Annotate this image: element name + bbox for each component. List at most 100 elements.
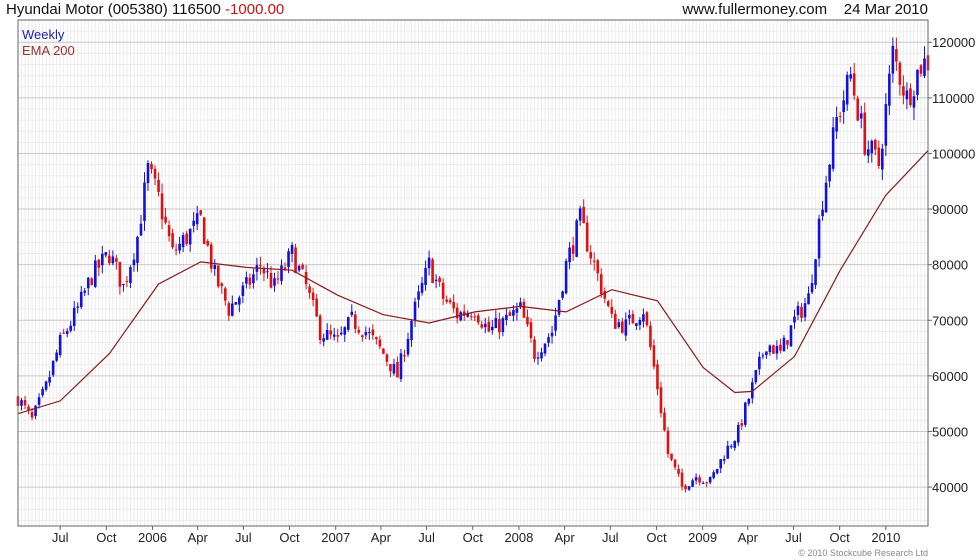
candle-body (86, 277, 90, 289)
candle-body (610, 306, 614, 314)
candle-body (617, 322, 621, 328)
candle-body (353, 314, 357, 329)
candle-body (139, 223, 143, 236)
candle-body (512, 310, 515, 316)
candle-body (378, 339, 382, 347)
candle-body (322, 338, 325, 342)
candle-body (547, 337, 550, 343)
candle-body (701, 482, 705, 484)
candle-body (111, 256, 115, 264)
candle-body (329, 330, 333, 335)
candle-body (174, 249, 178, 251)
candle-body (505, 314, 508, 321)
candle-body (670, 453, 673, 460)
candle-body (234, 302, 238, 305)
candle-body (779, 344, 782, 351)
candle-body (301, 264, 304, 269)
candle-body (652, 345, 656, 367)
candle-body (392, 364, 396, 374)
candle-body (677, 468, 680, 474)
candle-body (403, 355, 406, 357)
candle-body (807, 293, 810, 305)
candle-body (202, 217, 206, 245)
candle-body (223, 288, 227, 301)
candle-body (782, 337, 786, 352)
candle-body (568, 247, 571, 263)
x-tick-label: 2010 (871, 530, 900, 545)
candle-body (118, 261, 122, 287)
candle-body (51, 360, 55, 376)
candle-body (375, 337, 378, 340)
candle-body (62, 332, 65, 334)
x-tick-label: 2008 (504, 530, 533, 545)
candle-body (698, 477, 701, 483)
candle-body (396, 361, 399, 378)
candle-body (368, 332, 371, 334)
candle-body (209, 244, 213, 269)
candle-body (97, 259, 101, 268)
candle-body (613, 313, 617, 329)
candle-body (216, 265, 220, 287)
candle-body (23, 399, 27, 406)
candle-body (621, 321, 624, 333)
candle-body (540, 352, 543, 359)
candle-body (30, 412, 34, 418)
candle-body (266, 271, 269, 273)
x-tick-label: 2007 (321, 530, 350, 545)
candle-body (132, 259, 136, 266)
x-tick-label: 2006 (138, 530, 167, 545)
candle-body (108, 255, 111, 264)
candle-body (410, 321, 413, 341)
candle-body (441, 282, 445, 299)
candle-body (494, 317, 498, 329)
candle-body (898, 62, 902, 85)
candle-body (473, 316, 477, 318)
candle-body (122, 284, 125, 286)
candle-body (705, 482, 708, 484)
candle-body (245, 277, 248, 284)
candle-body (888, 73, 891, 106)
candle-body (459, 312, 463, 321)
candle-body (596, 260, 600, 274)
candle-body (838, 116, 842, 118)
candle-body (786, 340, 789, 345)
candle-body (297, 265, 301, 271)
candle-body (666, 430, 670, 454)
candle-body (213, 265, 217, 270)
candle-body (164, 216, 167, 223)
candle-body (536, 357, 540, 359)
candle-body (276, 278, 280, 280)
candle-body (185, 233, 188, 244)
candle-body (382, 348, 385, 354)
legend-weekly: Weekly (22, 27, 65, 42)
candle-body (269, 272, 273, 288)
x-tick-label: Oct (463, 530, 484, 545)
candle-body (775, 346, 779, 354)
candle-body (557, 299, 561, 315)
candle-body (884, 104, 888, 146)
candle-body (58, 335, 62, 355)
candle-body (41, 388, 44, 396)
candle-body (817, 218, 821, 259)
candle-body (522, 301, 526, 318)
y-tick-label: 120000 (932, 35, 975, 50)
candle-body (259, 265, 262, 267)
candle-body (315, 298, 318, 317)
candle-body (480, 324, 484, 328)
candle-body (424, 267, 427, 286)
candle-body (438, 277, 441, 283)
candle-body (55, 352, 58, 361)
candle-body (308, 286, 311, 293)
y-tick-label: 40000 (932, 480, 968, 495)
candle-body (891, 45, 895, 74)
candle-body (199, 210, 203, 215)
candle-body (663, 412, 666, 431)
candle-body (842, 100, 845, 113)
candle-body (476, 315, 480, 323)
candle-body (434, 279, 438, 281)
candle-body (916, 69, 919, 95)
candle-body (758, 356, 761, 370)
candle-body (318, 315, 322, 340)
candle-body (645, 312, 649, 326)
x-tick-label: Apr (554, 530, 575, 545)
